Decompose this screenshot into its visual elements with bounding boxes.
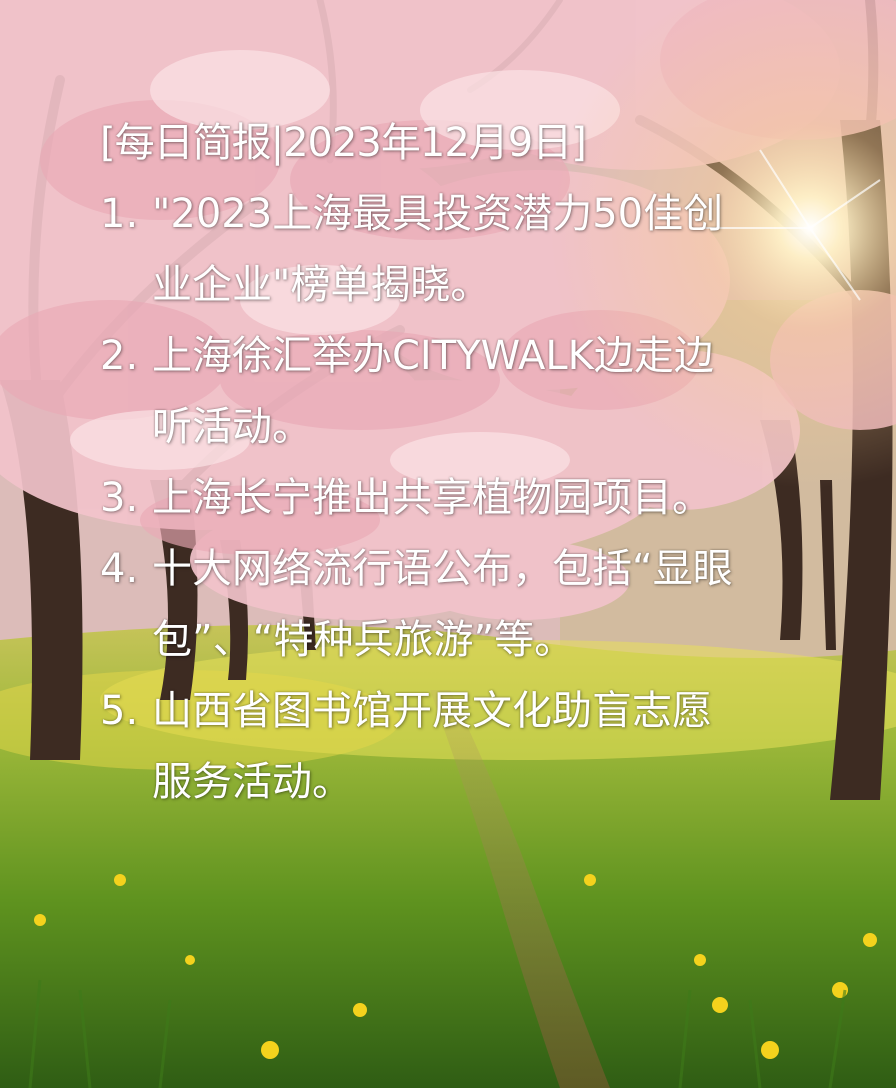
briefing-heading: [每日简报|2023年12月9日] [100,120,587,166]
item-number: 1. [100,191,139,237]
item-number: 3. [100,475,139,521]
item-text: "2023上海最具投资潜力50佳创业企业"榜单揭晓。 [152,191,724,308]
item-number: 5. [100,688,139,734]
item-number: 2. [100,333,139,379]
list-item: 5. 山西省图书馆开展文化助盲志愿服务活动。 [100,676,740,818]
item-text: 十大网络流行语公布，包括“显眼包”、“特种兵旅游”等。 [152,546,733,663]
background-scene: [每日简报|2023年12月9日] 1. "2023上海最具投资潜力50佳创业企… [0,0,896,1088]
item-number: 4. [100,546,139,592]
item-text: 上海徐汇举办CITYWALK边走边听活动。 [152,333,714,450]
list-item: 4. 十大网络流行语公布，包括“显眼包”、“特种兵旅游”等。 [100,534,740,676]
item-text: 上海长宁推出共享植物园项目。 [152,475,712,521]
list-item: 3. 上海长宁推出共享植物园项目。 [100,463,740,534]
item-text: 山西省图书馆开展文化助盲志愿服务活动。 [152,688,712,805]
list-item: 2. 上海徐汇举办CITYWALK边走边听活动。 [100,321,740,463]
list-item: 1. "2023上海最具投资潜力50佳创业企业"榜单揭晓。 [100,179,740,321]
daily-briefing-text: [每日简报|2023年12月9日] 1. "2023上海最具投资潜力50佳创业企… [100,108,740,818]
